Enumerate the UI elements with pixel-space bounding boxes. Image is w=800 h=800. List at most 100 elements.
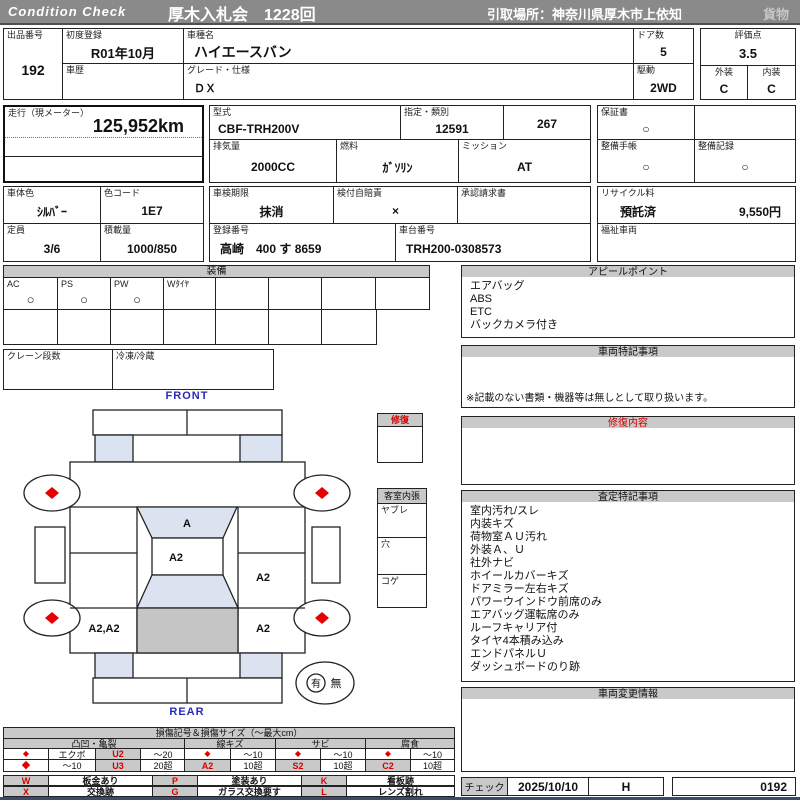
repair-code-g-label: ガラス交換要す [197,786,302,797]
header-bar: Condition Check 厚木入札会 1228回 引取場所：神奈川県厚木市… [0,0,800,25]
class-number-value: 12591 [435,121,469,136]
cabin-lining-tear-label: ヤブレ [381,505,409,515]
legend-rust-r2-code: S2 [275,759,321,772]
approval-value [458,199,590,223]
lot-number-value: 192 [21,62,45,78]
roof-panel [151,537,224,576]
history-cell: 車歴 [62,63,184,100]
color-code-label: 色コード [104,188,141,198]
presence-no-label: 無 [331,676,342,690]
cabin-lining-hole-cell: 穴 [377,537,427,575]
transmission-value: AT [516,160,533,174]
mileage-empty-row2 [5,157,202,181]
exterior-grade-value: C [719,81,729,96]
welfare-cell: 福祉車両 [597,223,796,262]
check-serial: 0192 [672,777,796,796]
load-capacity-cell: 積載量 1000/850 [100,223,204,262]
service-record-label: 整備記録 [698,141,735,151]
chassis-number-label: 車台番号 [399,225,436,235]
repair-mini-body [377,426,423,463]
pickup-location: 引取場所：神奈川県厚木市上依知 [487,7,683,22]
equipment-pw-label: PW [114,279,129,289]
equipment-cell-empty [3,309,58,345]
model-label: 車種名 [187,30,215,40]
service-book-value: ○ [642,160,650,174]
chassis-number-cell: 車台番号 TRH200-0308573 [395,223,591,262]
capacity-cell: 定員 3/6 [3,223,101,262]
body-color-cell: 車体色 ｼﾙﾊﾞｰ [3,186,101,224]
repair-content-body [461,428,795,485]
rear-left-pillar [94,652,134,679]
repair-code-p: P [152,775,198,786]
mileage-value: 125,952km [92,116,184,136]
front-label: FRONT [165,390,209,402]
lot-number-label: 出品番号 [7,30,44,40]
cargo-floor-panel [136,607,239,654]
legend-corr-r2-code: C2 [365,759,411,772]
auction-sheet: Condition Check 厚木入札会 1228回 引取場所：神奈川県厚木市… [0,0,800,800]
first-registration-cell: 初度登録 R01年10月 [62,28,184,64]
brand-logo: Condition Check [8,4,127,19]
rear-window-panel [135,574,240,609]
equipment-wtire-label: Wﾀｲﾔ [167,279,189,289]
drive-value: 2WD [650,80,677,95]
cabin-lining-title: 客室内張 [377,488,427,504]
chassis-number-value: TRH200-0308573 [406,241,502,256]
rear-right-mark: A2 [256,623,270,635]
right-side-mark: A2 [256,572,270,584]
repair-code-l: L [301,786,347,797]
welfare-label: 福祉車両 [601,225,638,235]
fuel-value: ｶﾞｿﾘﾝ [382,160,413,175]
fuel-label: 燃料 [340,141,359,151]
registration-number-cell: 登録番号 高崎 400 す 8659 [209,223,396,262]
legend-dent-r2-size: 20超 [140,759,186,772]
right-side-step [311,526,341,584]
check-date: 2025/10/10 [507,777,589,796]
equipment-cell-empty [321,277,376,310]
first-registration-label: 初度登録 [66,30,103,40]
repair-code-g: G [152,786,198,797]
presence-yes-label: 有 [311,677,321,690]
registration-number-value: 高崎 400 す 8659 [220,242,322,256]
exterior-grade-cell: 外装 C [700,65,748,100]
lot-number-cell: 出品番号 192 [3,28,63,100]
front-left-pillar [94,434,134,463]
grade-cell: グレード・仕様 ＤＸ [183,63,634,100]
load-capacity-label: 積載量 [104,225,132,235]
repair-code-x-label: 交換跡 [48,786,153,797]
insurance-value: × [391,204,399,218]
insurance-label: 検付自賠責 [337,188,383,198]
equipment-ps-label: PS [61,279,74,289]
repair-code-k-label: 看板跡 [346,775,455,786]
legend-corr-r2-size: 10超 [410,759,455,772]
repair-mini-title: 修復 [377,413,423,427]
service-book-label: 整備手帳 [601,141,638,151]
mileage-box: 走行（現メーター） 125,952km [3,105,204,183]
rear-right-pillar [239,652,283,679]
category-badge: 貨物 [763,7,790,22]
drive-cell: 駆動 2WD [633,63,694,100]
exterior-grade-label: 外装 [714,67,733,77]
fuel-cell: 燃料 ｶﾞｿﾘﾝ [336,139,459,183]
crane-label: クレーン段数 [7,351,61,361]
class-number2-value: 267 [536,116,558,131]
approval-cell: 承認請求書 [457,186,591,224]
interior-grade-label: 内装 [762,67,781,77]
fridge-label: 冷凍/冷蔵 [116,351,155,361]
history-value [63,76,183,99]
legend-dent-r2-label: ～10 [48,759,96,772]
service-record-value: ○ [741,160,749,174]
mileage-empty-row [5,138,202,157]
cabin-lining-tear-cell: ヤブレ [377,503,427,538]
equipment-cell-empty [215,309,269,345]
left-side-step [34,526,66,584]
displacement-value: 2000CC [250,160,296,174]
grade-label: グレード・仕様 [187,65,251,75]
damage-diamond-icon: ◆ [384,749,392,758]
equipment-cell-wtire: Wﾀｲﾔ [163,277,216,310]
load-capacity-value: 1000/850 [126,241,178,256]
equipment-ps-value: ○ [80,292,88,307]
crane-cell: クレーン段数 [3,349,113,390]
doors-label: ドア数 [637,30,665,40]
damage-diamond-icon: ◆ [21,759,31,771]
